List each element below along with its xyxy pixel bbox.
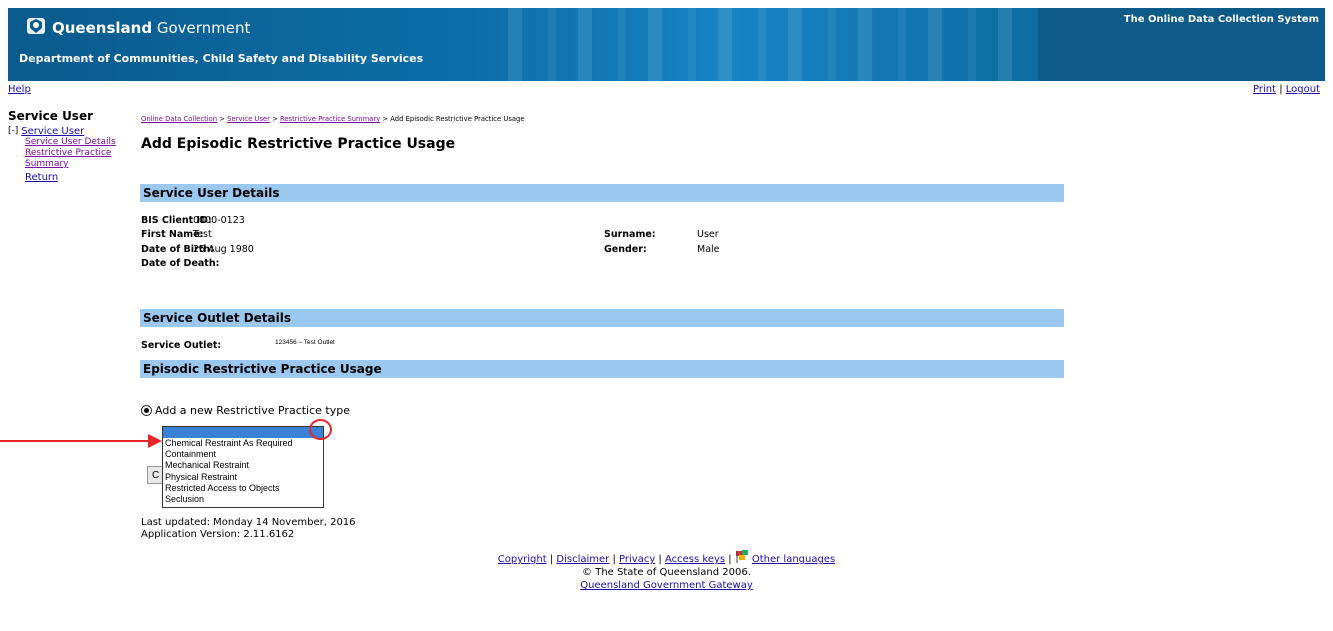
dropdown-option[interactable]: Mechanical Restraint [165,460,323,471]
sidebar-item-return[interactable]: Return [25,172,58,183]
first-name-value: Test [193,229,212,240]
red-circle-annotation [309,419,332,440]
red-arrow-annotation [0,434,162,448]
access-keys-link[interactable]: Access keys [665,554,725,565]
footer-links-row: Copyright | Disclaimer | Privacy | Acces… [0,550,1333,566]
sidebar-tree-row: [-] Service User [8,126,133,137]
copyright-link[interactable]: Copyright [498,554,547,565]
logout-link[interactable]: Logout [1286,84,1320,95]
section-header-episodic-usage: Episodic Restrictive Practice Usage [140,360,1064,378]
help-link[interactable]: Help [8,84,31,95]
utility-links: Print | Logout [1253,84,1320,95]
sidebar-item-service-user-details[interactable]: Service User Details [25,137,116,147]
department-name: Department of Communities, Child Safety … [19,52,424,65]
gender-label: Gender: [604,244,647,255]
section-header-service-user-details: Service User Details [140,184,1064,202]
header-decoration [508,8,1028,81]
dropdown-option[interactable]: Seclusion [165,494,323,505]
sidebar: Service User [-] Service User Service Us… [8,109,133,183]
print-link[interactable]: Print [1253,84,1276,95]
sidebar-subitems: Service User Details Restrictive Practic… [25,137,133,170]
breadcrumb-service-user[interactable]: Service User [227,115,270,123]
copyright-state-text: © The State of Queensland 2006. [582,567,751,578]
sidebar-title: Service User [8,109,94,123]
dropdown-option[interactable]: Restricted Access to Objects [165,483,323,494]
footer: Copyright | Disclaimer | Privacy | Acces… [0,550,1333,592]
brand-name: Queensland Government [52,19,251,37]
disclaimer-link[interactable]: Disclaimer [556,554,609,565]
dropdown-option[interactable]: Chemical Restraint As Required [165,438,323,449]
breadcrumb-current: Add Episodic Restrictive Practice Usage [390,115,525,123]
dropdown-option[interactable]: Containment [165,449,323,460]
site-header: Queensland Government Department of Comm… [8,8,1325,81]
sidebar-item-restrictive-practice-summary[interactable]: Restrictive Practice Summary [25,148,111,169]
service-outlet-label: Service Outlet: [141,340,222,351]
other-languages-link[interactable]: Other languages [752,554,835,565]
app-version-text: Application Version: 2.11.6162 [141,529,295,540]
sidebar-return-row: Return [25,172,133,183]
section-header-service-outlet-details: Service Outlet Details [140,309,1064,327]
add-practice-type-radio[interactable] [141,405,152,416]
dropdown-selected-blank[interactable] [163,427,323,438]
sidebar-item-service-user[interactable]: Service User [21,126,84,137]
flags-icon [735,550,748,563]
dropdown-options-list: Chemical Restraint As Required Containme… [163,438,323,505]
surname-label: Surname: [604,229,656,240]
last-updated-text: Last updated: Monday 14 November, 2016 [141,517,356,528]
dropdown-option[interactable]: Physical Restraint [165,472,323,483]
bis-client-id-value: 0000-0123 [193,215,245,226]
queensland-crest-icon [27,18,45,34]
add-practice-type-label: Add a new Restrictive Practice type [155,404,350,417]
surname-value: User [697,229,719,240]
page-title: Add Episodic Restrictive Practice Usage [141,136,456,152]
version-info: Last updated: Monday 14 November, 2016 A… [141,517,356,541]
service-outlet-value: 123456 – Test Outlet [275,339,335,346]
privacy-link[interactable]: Privacy [619,554,655,565]
breadcrumb-restrictive-practice-summary[interactable]: Restrictive Practice Summary [280,115,380,123]
breadcrumb-online-data-collection[interactable]: Online Data Collection [141,115,217,123]
gateway-link[interactable]: Queensland Government Gateway [580,580,753,591]
breadcrumb: Online Data Collection > Service User > … [141,115,525,123]
gender-value: Male [697,244,720,255]
date-of-death-label: Date of Death: [141,258,220,269]
collapse-toggle[interactable]: [-] [8,126,18,136]
practice-type-dropdown[interactable]: Chemical Restraint As Required Containme… [162,426,324,508]
date-of-birth-value: 26 Aug 1980 [193,244,254,255]
system-name: The Online Data Collection System [1123,14,1319,25]
add-practice-type-option[interactable]: Add a new Restrictive Practice type [141,404,350,417]
